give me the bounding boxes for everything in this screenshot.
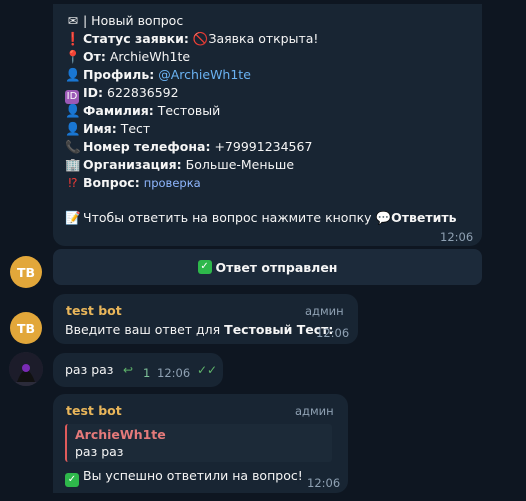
- answer-sent-button[interactable]: ✓ Ответ отправлен: [53, 249, 482, 285]
- message-time: 12:06: [307, 476, 341, 490]
- sender-role: админ: [295, 404, 334, 418]
- bot-prompt-message: test bot админ Введите ваш ответ для Тес…: [53, 294, 358, 344]
- profile-row: 👤 Профиль: @ArchieWh1te: [65, 67, 251, 82]
- sender-name: test bot: [66, 303, 122, 318]
- check-icon: ✓: [65, 473, 79, 487]
- status-row: ❗ Статус заявки: 🚫Заявка открыта!: [65, 31, 319, 46]
- exclamation-question-icon: ⁉: [68, 175, 78, 190]
- sender-role: админ: [305, 304, 344, 318]
- question-row: ⁉ Вопрос: проверка: [65, 174, 200, 192]
- quoted-reply[interactable]: ArchieWh1te раз раз: [65, 424, 332, 462]
- card-time: 12:06: [440, 230, 474, 244]
- bot-confirm-message: test bot админ ArchieWh1te раз раз ✓ Вы у…: [53, 394, 348, 493]
- double-check-icon: ✓✓: [197, 363, 218, 377]
- id-row: ID ID: 622836592: [65, 85, 179, 104]
- message-time: 12:06: [157, 366, 191, 380]
- prompt-text: Введите ваш ответ для Тестовый Тест:: [65, 322, 334, 337]
- user-icon: 👤: [65, 67, 81, 82]
- sender-name: test bot: [66, 403, 122, 418]
- quote-text: раз раз: [75, 444, 124, 459]
- quote-author: ArchieWh1te: [75, 427, 166, 442]
- no-entry-icon: 🚫: [192, 31, 209, 46]
- check-icon: ✓: [197, 260, 212, 274]
- reply-count: 1: [143, 366, 151, 380]
- org-row: 🏢 Организация: Больше-Меньше: [65, 157, 295, 172]
- phone-icon: 📞: [65, 139, 81, 154]
- message-time: 12:06: [316, 326, 350, 340]
- user-message: раз раз ↩ 1 12:06 ✓✓: [53, 353, 223, 387]
- user-icon: 👤: [65, 103, 81, 118]
- pin-icon: 📍: [65, 49, 81, 64]
- reply-icon[interactable]: ↩: [123, 363, 133, 377]
- card-header: ✉ | Новый вопрос: [65, 12, 183, 30]
- profile-link[interactable]: @ArchieWh1te: [158, 67, 251, 82]
- question-card: ✉ | Новый вопрос ❗ Статус заявки: 🚫Заявка …: [53, 4, 482, 246]
- surname-row: 👤 Фамилия: Тестовый: [65, 103, 221, 118]
- hacker-avatar-icon: [9, 352, 43, 386]
- exclamation-icon: ❗: [65, 31, 81, 46]
- avatar[interactable]: TB: [10, 312, 42, 344]
- name-row: 👤 Имя: Тест: [65, 121, 151, 136]
- from-row: 📍 От: ArchieWh1te: [65, 49, 191, 64]
- memo-icon: 📝: [65, 210, 81, 225]
- avatar[interactable]: TB: [10, 256, 42, 288]
- phone-row: 📞 Номер телефона: +79991234567: [65, 139, 313, 154]
- user-icon: 👤: [65, 121, 81, 136]
- message-text: раз раз: [65, 362, 114, 377]
- user-avatar[interactable]: [9, 352, 43, 386]
- office-icon: 🏢: [65, 157, 81, 172]
- hint-row: 📝 Чтобы ответить на вопрос нажмите кнопку…: [65, 210, 457, 225]
- envelope-icon: ✉: [67, 13, 79, 28]
- speech-bubble-icon: 💬: [375, 210, 392, 225]
- confirm-text: ✓ Вы успешно ответили на вопрос!: [65, 467, 303, 487]
